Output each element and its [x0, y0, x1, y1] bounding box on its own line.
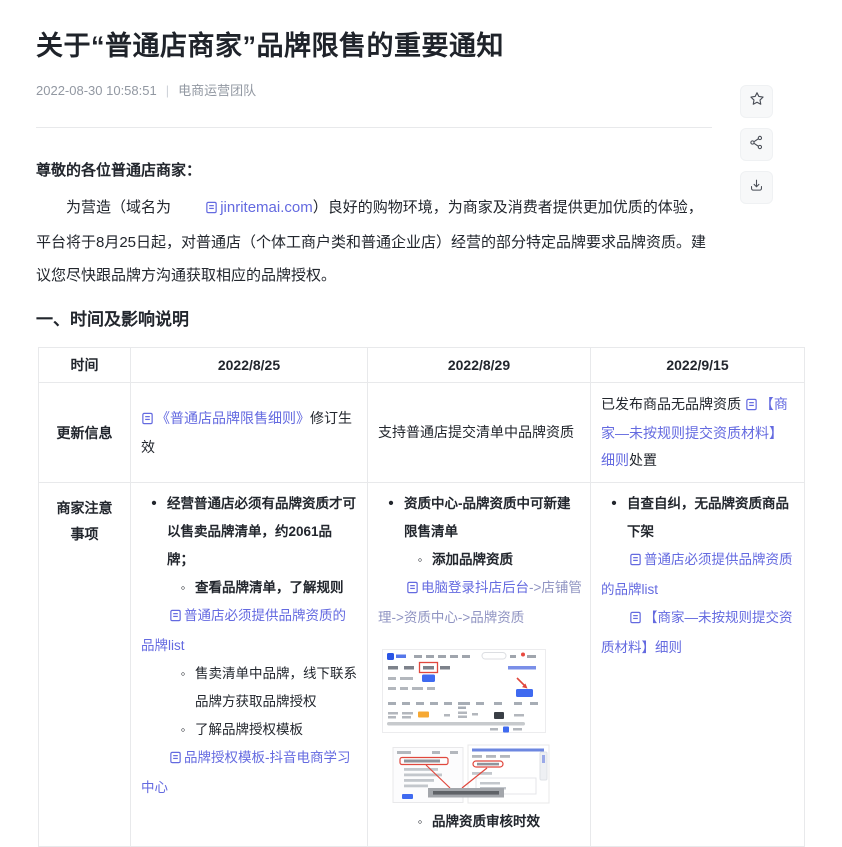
list-item: ◦ 添加品牌资质: [376, 546, 582, 574]
header-divider: [36, 127, 712, 128]
row-label-update: 更新信息: [38, 382, 131, 483]
bullet-icon: ◦: [180, 666, 186, 681]
bullet-icon: ◦: [417, 552, 423, 567]
floating-action-bar: [740, 85, 773, 204]
cell-update-0915: 已发布商品无品牌资质 【商家—未按规则提交资质材料】细则处置: [590, 382, 805, 483]
table-row-update-info: 更新信息 《普通店品牌限售细则》修订生效 支持普通店提交清单中品牌资质 已发布商…: [38, 382, 805, 483]
embedded-screenshot-qualification-page: [382, 649, 546, 733]
header-date-0825: 2022/8/25: [130, 347, 368, 383]
document-link-icon: [615, 606, 642, 634]
cell-notes-0829: • 资质中心-品牌资质中可新建限售清单 ◦ 添加品牌资质 电脑登录抖店后台->店铺管…: [367, 482, 591, 847]
header-time: 时间: [38, 347, 131, 383]
bullet-icon: •: [151, 495, 157, 512]
list-item: • 经营普通店必须有品牌资质才可以售卖品牌清单，约2061品牌；: [139, 490, 359, 574]
share-button[interactable]: [740, 128, 773, 161]
list-item: • 自查自纠，无品牌资质商品下架: [599, 490, 796, 546]
bullet-icon: •: [611, 495, 617, 512]
table-row-merchant-notes: 商家注意事项 • 经营普通店必须有品牌资质才可以售卖品牌清单，约2061品牌； ◦…: [38, 482, 805, 847]
list-item: ◦ 售卖清单中品牌，线下联系品牌方获取品牌授权: [139, 660, 359, 716]
header-date-0829: 2022/8/29: [367, 347, 591, 383]
embedded-screenshot-menu-annotation: [392, 744, 550, 804]
brand-list-link[interactable]: 普通店必须提供品牌资质的品牌list: [141, 608, 346, 653]
author-name: 电商运营团队: [178, 83, 257, 98]
intro-paragraph: 为营造（域名为 jinritemai.com）良好的购物环境，为商家及消费者提供…: [36, 191, 715, 292]
favorite-button[interactable]: [740, 85, 773, 118]
list-item: 普通店必须提供品牌资质的品牌list: [599, 546, 796, 604]
timeline-table: 时间 2022/8/25 2022/8/29 2022/9/15 更新信息 《普…: [38, 347, 805, 847]
document-link-icon: [155, 604, 182, 632]
document-link-icon: [615, 548, 642, 576]
document-link-icon: [745, 393, 758, 420]
document-link-icon: [392, 576, 419, 604]
section-heading: 一、时间及影响说明: [36, 310, 189, 329]
salutation: 尊敬的各位普通店商家：: [36, 162, 202, 179]
list-item: 普通店必须提供品牌资质的品牌list: [139, 602, 359, 660]
list-item: • 资质中心-品牌资质中可新建限售清单: [376, 490, 582, 546]
table-header-row: 时间 2022/8/25 2022/8/29 2022/9/15: [38, 347, 805, 383]
list-item: ◦ 了解品牌授权模板: [139, 716, 359, 744]
cell-notes-0915: • 自查自纠，无品牌资质商品下架 普通店必须提供品牌资质的品牌list 【商家—未…: [590, 482, 805, 847]
header-date-0915: 2022/9/15: [590, 347, 805, 383]
bullet-icon: •: [388, 495, 394, 512]
bullet-icon: ◦: [180, 722, 186, 737]
brand-list-link[interactable]: 普通店必须提供品牌资质的品牌list: [601, 552, 793, 597]
violation-rule-link[interactable]: 【商家—未按规则提交资质材料】细则: [601, 610, 793, 655]
meta-separator: |: [165, 83, 170, 98]
document-link-icon: [155, 746, 182, 774]
rules-detail-link[interactable]: 《普通店品牌限售细则》: [141, 410, 310, 426]
article-meta: 2022-08-30 10:58:51 | 电商运营团队: [36, 80, 806, 99]
article: 关于“普通店商家”品牌限售的重要通知 2022-08-30 10:58:51 | 电…: [0, 24, 842, 847]
list-item: ◦ 品牌资质审核时效: [376, 808, 582, 836]
auth-template-link[interactable]: 品牌授权模板-抖音电商学习中心: [141, 750, 351, 795]
domain-link[interactable]: jinritemai.com: [175, 199, 313, 216]
cell-update-0825: 《普通店品牌限售细则》修订生效: [130, 382, 368, 483]
cell-notes-0825: • 经营普通店必须有品牌资质才可以售卖品牌清单，约2061品牌； ◦ 查看品牌清单，…: [130, 482, 368, 847]
download-button[interactable]: [740, 171, 773, 204]
share-icon: [748, 134, 765, 156]
list-item: 品牌授权模板-抖音电商学习中心: [139, 744, 359, 802]
download-icon: [748, 177, 765, 199]
document-link-icon: [175, 193, 218, 226]
list-item: 【商家—未按规则提交资质材料】细则: [599, 604, 796, 662]
bullet-icon: ◦: [180, 580, 186, 595]
backend-login-link[interactable]: 电脑登录抖店后台: [392, 580, 529, 595]
cell-update-0829: 支持普通店提交清单中品牌资质: [367, 382, 591, 483]
page-title: 关于“普通店商家”品牌限售的重要通知: [36, 31, 504, 61]
list-item: 电脑登录抖店后台->店铺管理->资质中心->品牌资质: [376, 574, 582, 632]
document-link-icon: [141, 407, 154, 434]
star-icon: [748, 90, 766, 113]
publish-datetime: 2022-08-30 10:58:51: [36, 83, 157, 98]
row-label-notes: 商家注意事项: [38, 482, 131, 847]
list-item: ◦ 查看品牌清单，了解规则: [139, 574, 359, 602]
bullet-icon: ◦: [417, 814, 423, 829]
